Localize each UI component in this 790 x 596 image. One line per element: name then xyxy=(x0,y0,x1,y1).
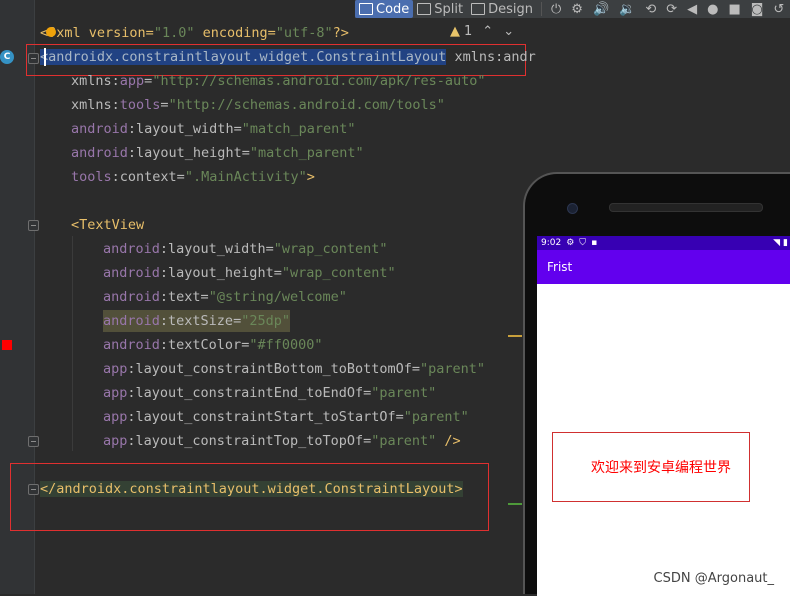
back-icon[interactable]: ◀ xyxy=(687,2,697,17)
chevron-down-icon[interactable]: ⌄ xyxy=(503,24,514,39)
code-line-17[interactable]: app:layout_constraintTop_toTopOf="parent… xyxy=(103,430,461,452)
settings-icon: ⚙ xyxy=(566,238,575,248)
class-icon[interactable]: C xyxy=(0,50,14,64)
code-line-16[interactable]: app:layout_constraintStart_toStartOf="pa… xyxy=(103,406,469,428)
code-line-15[interactable]: app:layout_constraintEnd_toEndOf="parent… xyxy=(103,382,436,404)
undo-icon[interactable]: ↺ xyxy=(773,2,784,17)
indent-guide xyxy=(72,236,73,451)
text-caret xyxy=(44,48,46,66)
split-icon xyxy=(417,3,432,15)
emulator-device: 9:02 ⚙ ⛉ ▪ ◥ ▮ Frist 欢迎来到安卓编程世界 xyxy=(523,172,790,596)
welcome-textview[interactable]: 欢迎来到安卓编程世界 xyxy=(552,432,750,502)
code-line-14[interactable]: app:layout_constraintBottom_toBottomOf="… xyxy=(103,358,485,380)
code-mode-label: Code xyxy=(376,1,410,17)
volume-down-icon[interactable]: 🔉 xyxy=(619,2,635,17)
code-line-9[interactable]: android:layout_width="wrap_content" xyxy=(103,238,388,260)
power-icon[interactable]: ⏻ xyxy=(551,2,561,17)
settings-icon[interactable]: ⚙ xyxy=(571,2,583,17)
code-line-11[interactable]: android:text="@string/welcome" xyxy=(103,286,347,308)
design-mode-label: Design xyxy=(488,1,533,17)
code-line-8[interactable]: <TextView xyxy=(71,214,144,236)
watermark: CSDN @Argonaut_ xyxy=(653,571,774,586)
camera-icon[interactable]: ◙ xyxy=(751,2,764,17)
inspection-widget[interactable]: ▲ 1 ⌃ ⌄ xyxy=(450,24,514,39)
editor-mode-toolbar: Code Split Design ⏻ ⚙ 🔊 🔉 ⟲ ⟳ ◀ ● ■ ◙ ↺ xyxy=(355,0,790,18)
status-time: 9:02 xyxy=(541,238,562,248)
code-line-18[interactable]: </androidx.constraintlayout.widget.Const… xyxy=(40,478,463,500)
code-mode-button[interactable]: Code xyxy=(355,0,414,18)
code-line-5[interactable]: android:layout_width="match_parent" xyxy=(71,118,356,140)
home-icon[interactable]: ● xyxy=(707,2,718,17)
app-title: Frist xyxy=(547,260,573,274)
app-bar: Frist xyxy=(537,250,790,284)
rotate-alt-icon[interactable]: ⟳ xyxy=(666,2,677,17)
color-preview-icon[interactable] xyxy=(2,340,12,350)
code-line-7[interactable]: tools:context=".MainActivity"> xyxy=(71,166,315,188)
overview-icon[interactable]: ■ xyxy=(728,2,740,17)
lightbulb-icon[interactable] xyxy=(46,27,56,37)
design-mode-button[interactable]: Design xyxy=(467,0,537,18)
code-line-12[interactable]: android:textSize="25dp" xyxy=(103,310,290,332)
status-bar: 9:02 ⚙ ⛉ ▪ ◥ ▮ xyxy=(537,236,790,250)
device-screen[interactable]: 9:02 ⚙ ⛉ ▪ ◥ ▮ Frist 欢迎来到安卓编程世界 xyxy=(537,236,790,596)
volume-up-icon[interactable]: 🔊 xyxy=(593,2,609,17)
warning-count: 1 xyxy=(464,24,473,39)
front-camera xyxy=(567,203,578,214)
code-line-1[interactable]: <?xml version="1.0" encoding="utf-8"?> xyxy=(40,22,349,44)
fold-toggle-icon[interactable] xyxy=(28,220,39,231)
chevron-up-icon[interactable]: ⌃ xyxy=(482,24,493,39)
fold-toggle-icon[interactable] xyxy=(28,436,39,447)
rotate-icon[interactable]: ⟲ xyxy=(645,2,656,17)
sim-icon: ▪ xyxy=(591,238,598,248)
toolbar-divider xyxy=(541,2,542,16)
scrollbar-match-marker[interactable] xyxy=(508,503,522,505)
shield-icon: ⛉ xyxy=(579,238,587,248)
welcome-text: 欢迎来到安卓编程世界 xyxy=(591,460,731,476)
warning-icon: ▲ xyxy=(450,24,460,39)
code-line-2[interactable]: <androidx.constraintlayout.widget.Constr… xyxy=(40,46,536,68)
code-icon xyxy=(359,3,373,15)
code-line-3[interactable]: xmlns:app="http://schemas.android.com/ap… xyxy=(71,70,486,92)
split-mode-button[interactable]: Split xyxy=(413,0,467,18)
wifi-icon: ◥ xyxy=(773,238,781,248)
design-icon xyxy=(471,3,486,15)
code-line-6[interactable]: android:layout_height="match_parent" xyxy=(71,142,364,164)
code-line-4[interactable]: xmlns:tools="http://schemas.android.com/… xyxy=(71,94,445,116)
split-mode-label: Split xyxy=(434,1,464,17)
battery-icon: ▮ xyxy=(783,238,788,248)
code-line-10[interactable]: android:layout_height="wrap_content" xyxy=(103,262,396,284)
scrollbar-warning-marker[interactable] xyxy=(508,335,522,337)
code-line-13[interactable]: android:textColor="#ff0000" xyxy=(103,334,322,356)
earpiece-speaker xyxy=(609,203,763,212)
